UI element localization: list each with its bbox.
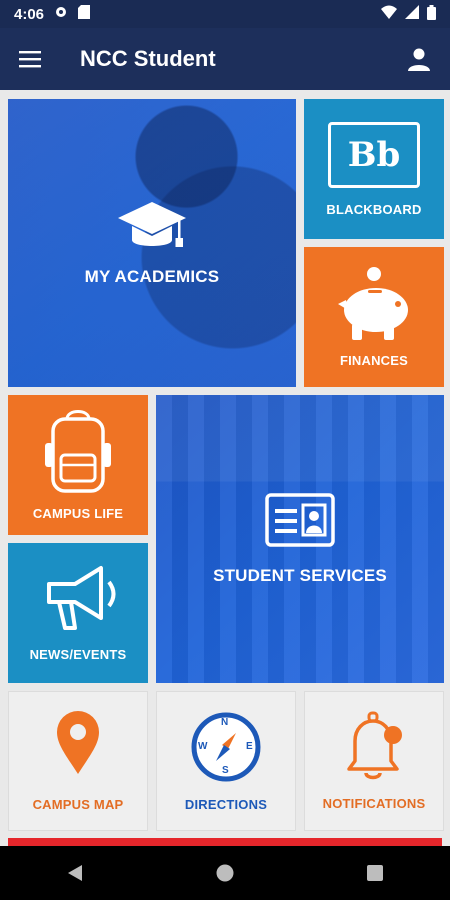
status-time: 4:06 bbox=[14, 5, 45, 23]
tile-grid: MY ACADEMICS Bb BLACKBOARD FINANCES CAMP… bbox=[0, 90, 450, 850]
student-services-tile[interactable]: STUDENT SERVICES bbox=[156, 395, 444, 683]
id-card-icon bbox=[265, 492, 335, 552]
blackboard-tile[interactable]: Bb BLACKBOARD bbox=[304, 99, 444, 239]
status-bar: 4:06 bbox=[0, 0, 450, 28]
bell-icon bbox=[341, 711, 407, 786]
campus-life-tile[interactable]: CAMPUS LIFE bbox=[8, 395, 148, 535]
directions-label: DIRECTIONS bbox=[184, 796, 268, 812]
notifications-label: NOTIFICATIONS bbox=[322, 796, 426, 811]
piggy-bank-icon bbox=[332, 266, 416, 347]
compass-north-label: N bbox=[220, 716, 229, 728]
person-icon[interactable] bbox=[402, 42, 436, 76]
finances-label: FINANCES bbox=[339, 353, 409, 368]
accent-strip bbox=[8, 838, 442, 846]
blackboard-logo: Bb bbox=[327, 121, 420, 188]
system-nav-bar bbox=[0, 846, 450, 900]
megaphone-icon bbox=[39, 564, 117, 641]
backpack-icon bbox=[45, 409, 111, 498]
notifications-tile[interactable]: NOTIFICATIONS bbox=[304, 691, 444, 831]
campus-map-label: CAMPUS MAP bbox=[32, 797, 124, 812]
student-services-label: STUDENT SERVICES bbox=[213, 565, 387, 585]
graduation-cap-icon bbox=[116, 200, 188, 261]
app-bar: NCC Student bbox=[0, 28, 450, 90]
my-academics-label: MY ACADEMICS bbox=[84, 266, 220, 286]
cell-signal-icon bbox=[405, 5, 419, 23]
battery-icon bbox=[427, 4, 436, 24]
campus-life-label: CAMPUS LIFE bbox=[32, 506, 124, 521]
sd-card-icon bbox=[78, 5, 91, 23]
my-academics-tile[interactable]: MY ACADEMICS bbox=[8, 99, 296, 387]
news-events-label: NEWS/EVENTS bbox=[29, 647, 127, 662]
app-title: NCC Student bbox=[80, 46, 216, 71]
compass-west-label: W bbox=[197, 740, 208, 752]
home-icon[interactable] bbox=[195, 846, 255, 900]
gear-icon bbox=[54, 5, 68, 23]
campus-map-tile[interactable]: CAMPUS MAP bbox=[8, 691, 148, 831]
wifi-icon bbox=[381, 5, 397, 23]
recents-icon[interactable] bbox=[345, 846, 405, 900]
hamburger-menu-icon[interactable] bbox=[0, 28, 60, 90]
compass-icon: N E S W bbox=[190, 711, 262, 783]
compass-south-label: S bbox=[221, 764, 229, 776]
directions-tile[interactable]: N E S W DIRECTIONS bbox=[156, 691, 296, 831]
blackboard-logo-text: Bb bbox=[347, 134, 401, 175]
back-icon[interactable] bbox=[45, 846, 105, 900]
blackboard-label: BLACKBOARD bbox=[326, 201, 422, 217]
compass-east-label: E bbox=[245, 740, 253, 752]
news-events-tile[interactable]: NEWS/EVENTS bbox=[8, 543, 148, 683]
finances-tile[interactable]: FINANCES bbox=[304, 247, 444, 387]
map-pin-icon bbox=[55, 710, 101, 781]
